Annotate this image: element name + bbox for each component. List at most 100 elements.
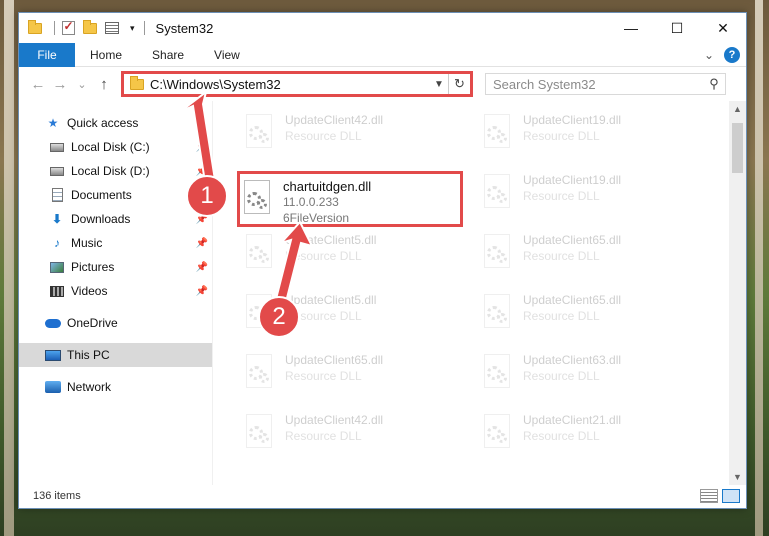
sidebar-item-documents[interactable]: Documents 📌: [19, 183, 212, 207]
file-item[interactable]: UpdateClient63.dll Resource DLL: [477, 345, 703, 401]
pin-icon[interactable]: 📌: [196, 238, 208, 249]
address-path[interactable]: C:\Windows\System32: [150, 77, 430, 92]
dll-file-icon: [243, 353, 275, 391]
sidebar-item-label: Downloads: [71, 212, 131, 226]
sidebar-item-label: Local Disk (C:): [71, 140, 150, 154]
minimize-button[interactable]: —: [608, 13, 654, 43]
sidebar-item-label: This PC: [67, 348, 110, 362]
step-1-badge: 1: [186, 175, 228, 217]
file-description: Resource DLL: [523, 249, 600, 263]
pictures-icon: [49, 259, 65, 275]
dll-file-icon: [481, 173, 513, 211]
file-name: UpdateClient42.dll: [285, 413, 384, 427]
drive-icon: [49, 139, 65, 155]
sidebar-item-label: Network: [67, 380, 112, 394]
onedrive-icon: [45, 315, 61, 331]
search-icon[interactable]: ⚲: [703, 76, 725, 92]
refresh-icon[interactable]: ↻: [448, 74, 470, 94]
videos-icon: [49, 283, 65, 299]
file-description: Resource DLL: [523, 189, 600, 203]
item-count: 136 items: [33, 490, 81, 502]
folder-icon: [124, 75, 150, 90]
documents-icon: [49, 187, 65, 203]
sidebar-item-label: Videos: [71, 284, 108, 298]
vertical-scrollbar[interactable]: ▲ ▼: [729, 101, 746, 485]
tab-share[interactable]: Share: [137, 48, 199, 62]
dll-file-icon: [243, 233, 275, 271]
file-item-chartuitdgen[interactable]: chartuitdgen.dll 11.0.0.233 6FileVersion: [237, 171, 463, 227]
tab-view[interactable]: View: [199, 48, 255, 62]
sidebar-item-label: OneDrive: [67, 316, 118, 330]
up-button[interactable]: ↑: [93, 73, 115, 95]
maximize-button[interactable]: ☐: [654, 13, 700, 43]
navigation-bar: ← → ⌄ ↑ C:\Windows\System32 ▼ ↻ Search S…: [19, 67, 746, 101]
file-name: UpdateClient65.dll: [523, 293, 622, 307]
recent-locations-button[interactable]: ⌄: [71, 73, 93, 95]
file-name: chartuitdgen.dll: [283, 179, 372, 194]
address-dropdown-icon[interactable]: ▼: [430, 79, 448, 90]
sidebar-item-local-disk-d[interactable]: Local Disk (D:) 📌: [19, 159, 212, 183]
file-item[interactable]: UpdateClient21.dll Resource DLL: [477, 405, 703, 461]
file-description: Resource DLL: [523, 369, 600, 383]
sidebar-item-onedrive[interactable]: OneDrive: [19, 311, 212, 335]
sidebar-item-label: Music: [71, 236, 103, 250]
file-name: UpdateClient63.dll: [523, 353, 622, 367]
pin-icon[interactable]: 📌: [196, 286, 208, 297]
sidebar-item-pictures[interactable]: Pictures 📌: [19, 255, 212, 279]
forward-button[interactable]: →: [49, 73, 71, 95]
file-description: Resource DLL: [285, 369, 362, 383]
back-button[interactable]: ←: [27, 73, 49, 95]
file-list: UpdateClient42.dll Resource DLL chartuitd…: [213, 101, 746, 485]
file-name: UpdateClient21.dll: [523, 413, 622, 427]
file-name: UpdateClient19.dll: [523, 173, 622, 187]
search-input[interactable]: Search System32 ⚲: [485, 73, 726, 95]
file-item[interactable]: UpdateClient19.dll Resource DLL: [477, 105, 703, 161]
sidebar-item-videos[interactable]: Videos 📌: [19, 279, 212, 303]
file-item[interactable]: UpdateClient42.dll Resource DLL: [239, 405, 465, 461]
file-item[interactable]: UpdateClient65.dll Resource DLL: [239, 345, 465, 401]
scroll-down-icon[interactable]: ▼: [729, 469, 746, 485]
sidebar-item-network[interactable]: Network: [19, 375, 212, 399]
close-button[interactable]: ✕: [700, 13, 746, 43]
file-description: Resource DLL: [285, 249, 362, 263]
computer-icon: [45, 347, 61, 363]
sidebar-item-quick-access[interactable]: ★ Quick access: [19, 111, 212, 135]
divider: [54, 21, 55, 35]
address-bar[interactable]: C:\Windows\System32 ▼ ↻: [121, 71, 473, 97]
title-bar: ▾ System32 — ☐ ✕: [19, 13, 746, 43]
file-item[interactable]: UpdateClient42.dll Resource DLL: [239, 105, 465, 161]
expand-ribbon-icon[interactable]: ⌄: [704, 48, 714, 62]
file-item[interactable]: UpdateClient19.dll Resource DLL: [477, 165, 703, 221]
scroll-up-icon[interactable]: ▲: [729, 101, 746, 117]
network-icon: [45, 379, 61, 395]
properties-check-icon[interactable]: [60, 19, 76, 36]
properties-icon[interactable]: [104, 20, 120, 36]
new-folder-icon[interactable]: [82, 19, 98, 36]
tab-file[interactable]: File: [19, 42, 75, 67]
file-item[interactable]: UpdateClient65.dll Resource DLL: [477, 285, 703, 341]
dll-file-icon: [481, 413, 513, 451]
file-name: UpdateClient5.dll: [285, 293, 377, 307]
large-icons-view-icon[interactable]: [722, 489, 740, 503]
explorer-window: ▾ System32 — ☐ ✕ File Home Share View ⌄ …: [18, 12, 747, 509]
sidebar-item-music[interactable]: ♪ Music 📌: [19, 231, 212, 255]
file-item[interactable]: UpdateClient65.dll Resource DLL: [477, 225, 703, 281]
sidebar-item-label: Local Disk (D:): [71, 164, 150, 178]
sidebar-item-local-disk-c[interactable]: Local Disk (C:) 📌: [19, 135, 212, 159]
pin-icon[interactable]: 📌: [196, 142, 208, 153]
sidebar-item-label: Pictures: [71, 260, 115, 274]
sidebar-item-downloads[interactable]: ⬇ Downloads 📌: [19, 207, 212, 231]
file-description: Resource DLL: [523, 309, 600, 323]
file-item[interactable]: UpdateClient5.dll Resource DLL: [239, 225, 465, 281]
drive-icon: [49, 163, 65, 179]
star-icon: ★: [47, 116, 59, 130]
scroll-thumb[interactable]: [732, 123, 743, 173]
quick-access-dropdown-icon[interactable]: ▾: [130, 23, 135, 34]
sidebar-item-this-pc[interactable]: This PC: [19, 343, 212, 367]
tab-home[interactable]: Home: [75, 48, 137, 62]
help-icon[interactable]: ?: [724, 46, 740, 63]
details-view-icon[interactable]: [700, 489, 718, 503]
pin-icon[interactable]: 📌: [196, 262, 208, 273]
file-description: Resource DLL: [285, 429, 362, 443]
search-placeholder: Search System32: [493, 76, 596, 92]
